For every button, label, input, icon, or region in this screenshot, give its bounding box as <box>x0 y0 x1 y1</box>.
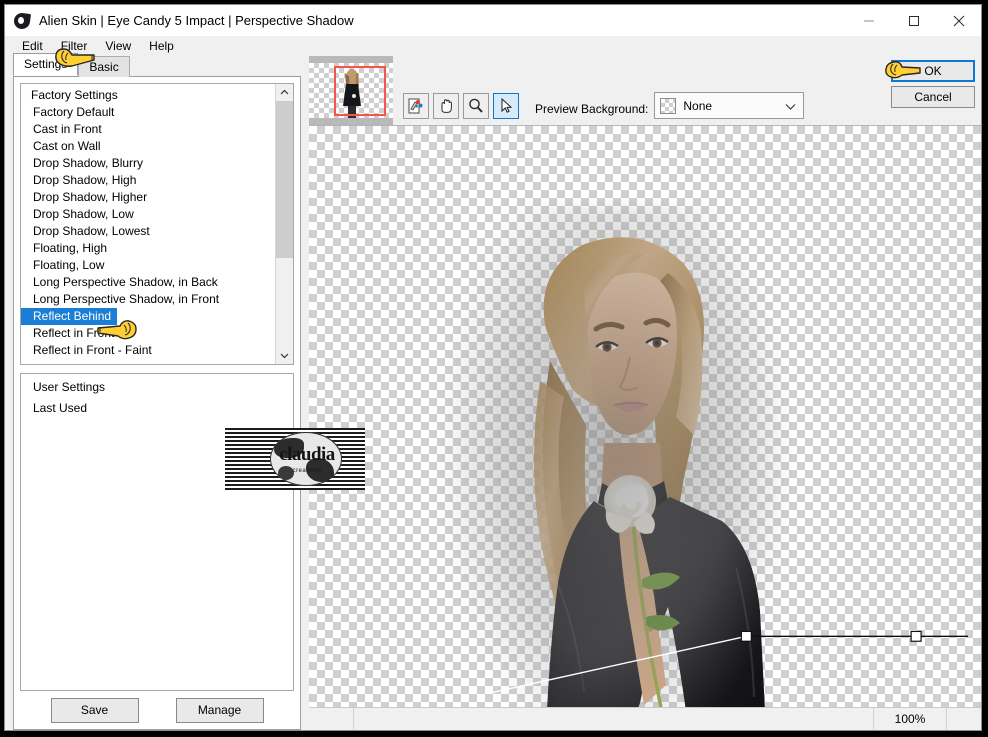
perspective-shadow <box>440 205 792 707</box>
preset-group-factory-settings: Factory Settings <box>31 88 118 102</box>
list-item[interactable]: Cast in Front <box>21 121 275 138</box>
preview-toolbar: Preview Background: None OK Cancel <box>309 56 981 125</box>
user-settings-list[interactable]: User Settings Last Used <box>20 373 294 691</box>
list-item[interactable]: Drop Shadow, Blurry <box>21 155 275 172</box>
preset-list-scrollbar[interactable] <box>275 84 293 364</box>
preview-background-select[interactable]: None <box>654 92 805 119</box>
chevron-down-icon[interactable] <box>276 347 293 364</box>
navigator-viewport-rect[interactable] <box>334 66 386 116</box>
cancel-button[interactable]: Cancel <box>891 86 975 108</box>
list-item[interactable]: Long Perspective Shadow, in Front <box>21 291 275 308</box>
manage-button[interactable]: Manage <box>175 697 264 723</box>
list-item[interactable]: Drop Shadow, Higher <box>21 189 275 206</box>
status-segment-message <box>354 708 874 730</box>
list-item[interactable]: Reflect in Front <box>21 325 275 342</box>
list-item[interactable]: Floating, High <box>21 240 275 257</box>
list-item[interactable]: Factory Default <box>21 104 275 121</box>
factory-settings-list[interactable]: Factory Settings Factory Default Cast in… <box>20 83 294 365</box>
minimize-icon[interactable] <box>846 5 891 36</box>
arrow-cursor-icon[interactable] <box>493 93 519 119</box>
preview-panel: Preview Background: None OK Cancel 100% <box>309 56 981 730</box>
application-window: Alien Skin | Eye Candy 5 Impact | Perspe… <box>4 4 982 731</box>
settings-action-buttons: Save Manage <box>14 691 300 729</box>
tab-settings[interactable]: Settings <box>13 53 79 76</box>
droplet-icon <box>12 11 32 30</box>
tab-basic[interactable]: Basic <box>78 56 130 77</box>
list-item[interactable]: Last Used <box>21 398 293 419</box>
status-segment-left <box>309 708 354 730</box>
list-item[interactable]: Drop Shadow, Lowest <box>21 223 275 240</box>
settings-panel: Settings Basic Factory Settings Factory … <box>5 53 309 730</box>
title-bar: Alien Skin | Eye Candy 5 Impact | Perspe… <box>5 5 981 36</box>
list-item[interactable]: Reflect in Front - Faint <box>21 342 275 359</box>
window-controls <box>846 5 981 36</box>
scrollbar-track[interactable] <box>276 101 293 347</box>
list-item[interactable]: Floating, Low <box>21 257 275 274</box>
maximize-icon[interactable] <box>891 5 936 36</box>
chevron-down-icon[interactable] <box>785 100 796 114</box>
dialog-buttons: OK Cancel <box>891 60 975 108</box>
list-item[interactable]: Drop Shadow, Low <box>21 206 275 223</box>
preview-background-value: None <box>683 98 713 113</box>
list-item-selected[interactable]: Reflect Behind <box>21 308 118 325</box>
color-picker-icon[interactable] <box>403 93 429 119</box>
window-body: Settings Basic Factory Settings Factory … <box>5 53 981 730</box>
preview-subject <box>440 205 792 707</box>
window-title: Alien Skin | Eye Candy 5 Impact | Perspe… <box>39 13 354 28</box>
list-item[interactable]: Long Perspective Shadow, in Back <box>21 274 275 291</box>
list-item-selected-row: Reflect Behind <box>21 308 275 325</box>
list-item[interactable]: Cast on Wall <box>21 138 275 155</box>
menu-item-help[interactable]: Help <box>140 37 183 55</box>
list-item[interactable]: User Settings <box>21 377 293 398</box>
close-icon[interactable] <box>936 5 981 36</box>
status-bar: 100% <box>309 707 981 730</box>
preset-item-container: Factory Settings Factory Default Cast in… <box>21 84 275 364</box>
checkerboard-swatch-icon <box>660 97 677 114</box>
tool-buttons <box>403 93 519 119</box>
preview-background-label: Preview Background: <box>535 102 649 116</box>
magnifier-icon[interactable] <box>463 93 489 119</box>
settings-panel-inner: Factory Settings Factory Default Cast in… <box>13 76 301 730</box>
ok-button[interactable]: OK <box>891 60 975 82</box>
save-button[interactable]: Save <box>50 697 139 723</box>
tab-strip: Settings Basic <box>5 53 309 77</box>
status-segment-right <box>947 708 981 730</box>
zoom-level: 100% <box>874 708 947 730</box>
menu-item-view[interactable]: View <box>96 37 140 55</box>
list-item[interactable]: Drop Shadow, High <box>21 172 275 189</box>
scrollbar-thumb[interactable] <box>276 101 293 259</box>
shadow-handle-right <box>910 630 922 642</box>
menu-bar: Edit Filter View Help <box>5 36 981 56</box>
navigator-thumbnail[interactable] <box>309 56 393 125</box>
preview-canvas[interactable] <box>309 125 981 707</box>
chevron-up-icon[interactable] <box>276 84 293 101</box>
hand-icon[interactable] <box>433 93 459 119</box>
